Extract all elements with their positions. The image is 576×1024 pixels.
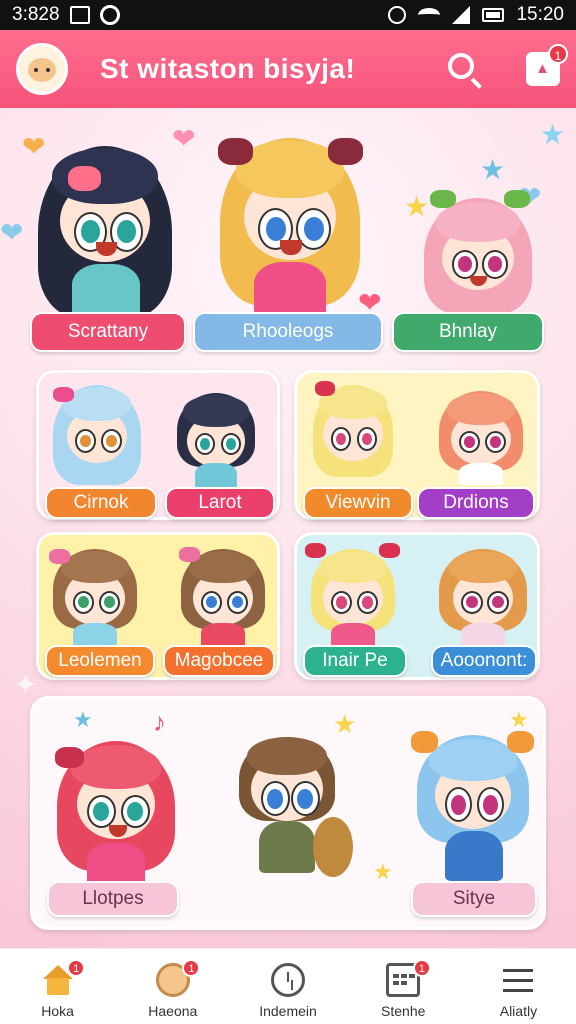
character-group-card[interactable]: ★ ♪ ★ ★ ★ Llotpes Sitye: [30, 696, 546, 930]
nav-item-characters[interactable]: 1 Haeona: [115, 949, 230, 1024]
nav-label-menu: Aliatly: [499, 1003, 538, 1019]
featured-label-1[interactable]: Scrattany: [30, 312, 186, 352]
heart-icon: ❤: [0, 217, 24, 248]
card-3-character-2[interactable]: [175, 543, 271, 647]
card-3-label-1[interactable]: Leolemen: [45, 645, 155, 677]
notification-badge: 1: [548, 44, 568, 64]
group-label-2[interactable]: Sitye: [411, 881, 537, 917]
alarm-icon: [388, 6, 407, 24]
card-2-label-2[interactable]: Drdions: [417, 487, 535, 519]
character-pair-card-3[interactable]: Leolemen Magobcee: [36, 532, 280, 680]
image-notification-icon: [69, 6, 90, 24]
nav-item-home[interactable]: 1 Hoka: [0, 949, 115, 1024]
signal-icon: [452, 6, 471, 24]
star-icon: ★: [373, 859, 393, 884]
featured-character-1[interactable]: [30, 138, 180, 318]
star-icon: ★: [540, 119, 566, 150]
card-1-character-1[interactable]: [49, 379, 145, 487]
featured-character-2[interactable]: [210, 128, 370, 318]
status-time-right: 15:20: [516, 4, 564, 25]
card-3-label-2[interactable]: Magobcee: [163, 645, 275, 677]
search-icon-handle: [470, 77, 482, 89]
notification-button[interactable]: ▲ 1: [526, 44, 568, 86]
star-icon: ★: [73, 707, 93, 732]
app-notification-icon: [99, 5, 120, 25]
nav-badge-schedule: 1: [412, 959, 431, 977]
card-1-label-1[interactable]: Cirnok: [45, 487, 157, 519]
card-4-label-2[interactable]: Aooonont:: [431, 645, 537, 677]
search-icon: [448, 53, 474, 79]
character-gallery: ❤ ❤ ★ ❤ ★ ❤ ❤ ★ ✦ ★ ★ Scrattan: [0, 108, 576, 948]
group-label-1[interactable]: Llotpes: [47, 881, 179, 917]
group-character-3[interactable]: [411, 729, 535, 889]
nav-label-home: Hoka: [41, 1003, 74, 1019]
nav-item-time[interactable]: Indemein: [230, 949, 345, 1024]
wifi-icon: [418, 8, 441, 22]
battery-icon: [482, 8, 505, 22]
featured-character-3[interactable]: [418, 188, 538, 318]
page-title: St witaston bisyja!: [100, 53, 356, 84]
nav-item-schedule[interactable]: 1 Stenhe: [346, 949, 461, 1024]
card-3-character-1[interactable]: [47, 543, 143, 647]
card-1-label-2[interactable]: Larot: [165, 487, 275, 519]
group-character-2[interactable]: [229, 729, 359, 889]
nav-item-menu[interactable]: Aliatly: [461, 949, 576, 1024]
card-4-label-1[interactable]: Inair Pe: [303, 645, 407, 677]
music-note-icon: ♪: [153, 707, 166, 737]
app-header: St witaston bisyja! ▲ 1: [0, 30, 576, 108]
featured-label-2[interactable]: Rhooleogs: [193, 312, 383, 352]
card-2-character-2[interactable]: [433, 385, 529, 485]
menu-icon: [501, 963, 535, 997]
app-logo[interactable]: [16, 43, 68, 95]
card-1-character-2[interactable]: [171, 389, 261, 489]
nav-label-time: Indemein: [259, 1003, 317, 1019]
bell-icon: ▲: [535, 60, 550, 77]
featured-label-3[interactable]: Bhnlay: [392, 312, 544, 352]
card-4-character-1[interactable]: [305, 541, 401, 647]
clock-icon: [271, 963, 305, 997]
card-2-character-1[interactable]: [307, 377, 399, 485]
card-4-character-2[interactable]: [433, 543, 533, 647]
character-pair-card-2[interactable]: Viewvin Drdions: [294, 370, 540, 520]
status-bar: 3:828 15:20: [0, 0, 576, 30]
nav-badge-home: 1: [67, 959, 86, 977]
star-icon: ★: [480, 154, 506, 185]
status-time-left: 3:828: [12, 4, 60, 25]
bottom-navigation: 1 Hoka 1 Haeona Indemein 1 Stenhe Aliatl…: [0, 948, 576, 1024]
star-icon: ✦: [14, 669, 38, 700]
nav-label-schedule: Stenhe: [381, 1003, 426, 1019]
card-2-label-1[interactable]: Viewvin: [303, 487, 413, 519]
character-pair-card-4[interactable]: Inair Pe Aooonont:: [294, 532, 540, 680]
search-button[interactable]: [442, 47, 486, 91]
nav-badge-characters: 1: [182, 959, 201, 977]
group-character-1[interactable]: [51, 735, 181, 885]
nav-label-characters: Haeona: [148, 1003, 198, 1019]
character-pair-card-1[interactable]: Cirnok Larot: [36, 370, 280, 520]
